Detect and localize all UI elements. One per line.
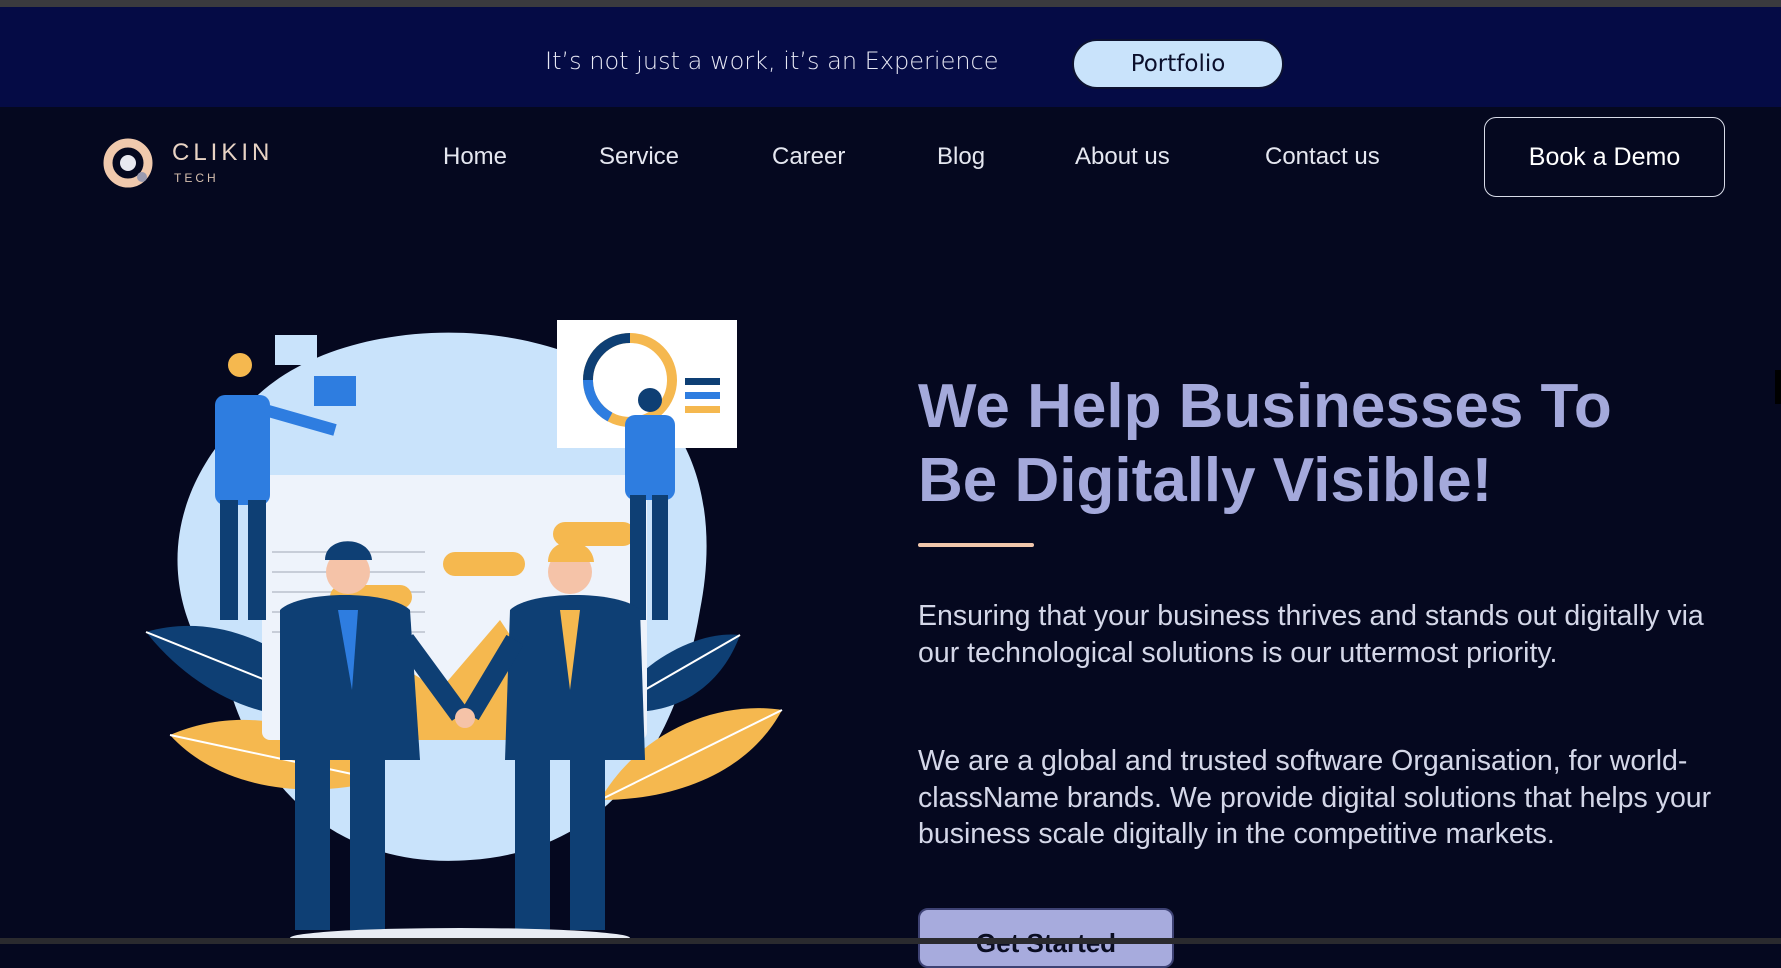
title-divider [918, 543, 1034, 547]
scrollbar-marker[interactable] [1775, 370, 1781, 404]
logo-subtitle: TECH [174, 171, 219, 185]
hero-paragraph-1: Ensuring that your business thrives and … [918, 600, 1704, 669]
announcement-banner: It’s not just a work, it’s an Experience… [0, 7, 1781, 107]
nav-about-us[interactable]: About us [1075, 143, 1170, 171]
nav-home[interactable]: Home [443, 143, 507, 171]
window-top-strip [0, 0, 1781, 7]
hero-illustration [145, 320, 783, 944]
banner-text: It’s not just a work, it’s an Experience [545, 47, 999, 75]
nav-blog[interactable]: Blog [937, 143, 985, 171]
navbar: CLIKIN TECH Home Service Career Blog Abo… [0, 107, 1781, 207]
logo-icon [103, 138, 153, 188]
nav-service[interactable]: Service [599, 143, 679, 171]
hero-paragraph-2: We are a global and trusted software Org… [918, 745, 1712, 850]
hero-title: We Help Businesses To Be Digitally Visib… [918, 370, 1718, 518]
logo-name: CLIKIN [172, 139, 274, 166]
logo[interactable]: CLIKIN TECH [102, 129, 282, 189]
hero-title-line2: Be Digitally Visible! [918, 446, 1493, 515]
nav-contact-us[interactable]: Contact us [1265, 143, 1380, 171]
nav-career[interactable]: Career [772, 143, 845, 171]
portfolio-button[interactable]: Portfolio [1072, 39, 1284, 89]
window-bottom-strip [0, 938, 1781, 944]
book-demo-button[interactable]: Book a Demo [1484, 117, 1725, 197]
hero-title-line1: We Help Businesses To [918, 372, 1612, 441]
